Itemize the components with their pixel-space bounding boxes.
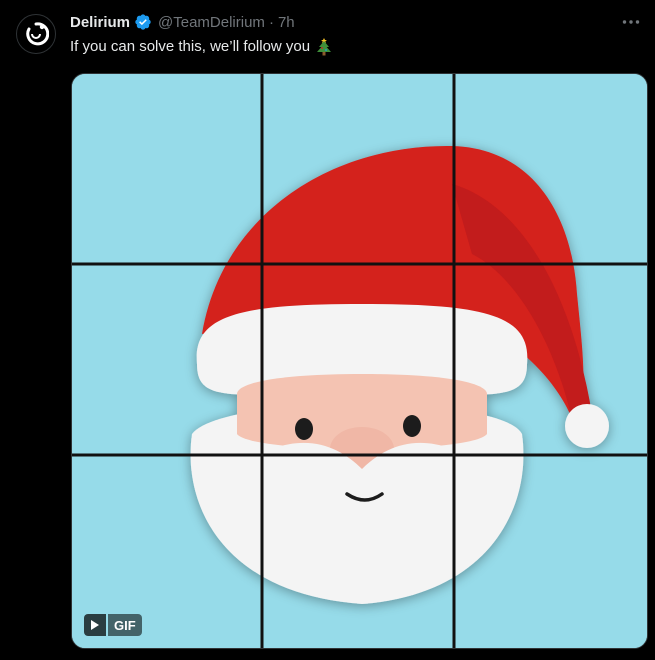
- more-options-button[interactable]: [619, 10, 643, 34]
- separator-dot: ·: [268, 13, 274, 31]
- gif-badge[interactable]: GIF: [84, 614, 142, 636]
- timestamp[interactable]: 7h: [278, 14, 295, 31]
- tweet[interactable]: Delirium @TeamDelirium · 7h If you can s…: [0, 0, 655, 660]
- gif-label: GIF: [108, 614, 142, 636]
- author-name[interactable]: Delirium: [70, 14, 130, 31]
- tweet-header: Delirium @TeamDelirium · 7h: [70, 12, 295, 32]
- delirium-logo-icon: [26, 22, 49, 46]
- santa-puzzle-image: [72, 74, 647, 648]
- more-options-icon: [622, 20, 640, 24]
- author-handle[interactable]: @TeamDelirium: [158, 14, 265, 31]
- christmas-tree-icon: [316, 38, 332, 56]
- avatar[interactable]: [16, 14, 56, 54]
- verified-badge-icon: [134, 13, 152, 31]
- tweet-text-content: If you can solve this, we’ll follow you: [70, 38, 311, 55]
- tweet-text: If you can solve this, we’ll follow you: [70, 37, 332, 57]
- gif-media[interactable]: GIF: [71, 73, 648, 649]
- play-icon[interactable]: [84, 614, 106, 636]
